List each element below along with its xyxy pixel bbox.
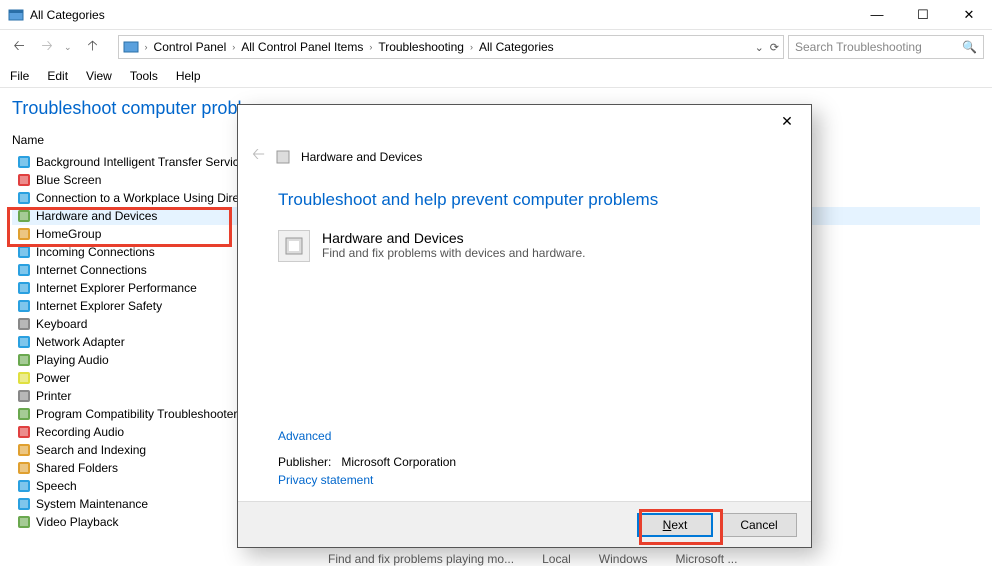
crumb-2[interactable]: Troubleshooting [378, 40, 464, 54]
maximize-button[interactable]: ☐ [900, 0, 946, 29]
address-dropdown[interactable]: ⌄ [755, 41, 764, 54]
refresh-button[interactable]: ⟳ [770, 41, 779, 54]
item-icon [16, 514, 32, 530]
publisher-value: Microsoft Corporation [341, 455, 456, 469]
item-label: Program Compatibility Troubleshooter [36, 407, 237, 421]
item-icon [16, 442, 32, 458]
item-icon [16, 208, 32, 224]
dialog-titlebar: ✕ [238, 105, 811, 137]
item-label: Connection to a Workplace Using Direc [36, 191, 245, 205]
publisher-label: Publisher: [278, 455, 331, 469]
item-icon [16, 190, 32, 206]
item-label: Internet Explorer Performance [36, 281, 197, 295]
breadcrumb-sep: › [470, 42, 473, 52]
up-button[interactable]: 🡡 [82, 36, 104, 58]
back-button[interactable]: 🡠 [8, 36, 30, 58]
crumb-1[interactable]: All Control Panel Items [241, 40, 363, 54]
item-label: Printer [36, 389, 71, 403]
item-label: Video Playback [36, 515, 119, 529]
dialog-item-desc: Find and fix problems with devices and h… [322, 246, 585, 260]
dialog-header-text: Hardware and Devices [301, 150, 422, 164]
item-icon [16, 298, 32, 314]
truncated-row: Find and fix problems playing mo... Loca… [328, 552, 737, 566]
item-label: Shared Folders [36, 461, 118, 475]
dialog-prompt: Troubleshoot and help prevent computer p… [278, 190, 771, 210]
breadcrumb-sep: › [232, 42, 235, 52]
hardware-icon [278, 230, 310, 262]
item-icon [16, 316, 32, 332]
item-icon [16, 154, 32, 170]
dialog-close-button[interactable]: ✕ [769, 107, 805, 135]
item-label: Speech [36, 479, 77, 493]
menu-help[interactable]: Help [176, 69, 201, 83]
recent-dropdown[interactable]: ⌄ [64, 42, 72, 53]
item-label: Keyboard [36, 317, 87, 331]
item-icon [16, 496, 32, 512]
dialog-body: Troubleshoot and help prevent computer p… [238, 180, 811, 501]
item-icon [16, 172, 32, 188]
forward-button[interactable]: 🡢 [36, 36, 58, 58]
item-icon [16, 280, 32, 296]
item-label: HomeGroup [36, 227, 101, 241]
dialog-item-row: Hardware and Devices Find and fix proble… [278, 230, 771, 262]
item-icon [16, 352, 32, 368]
item-icon [16, 334, 32, 350]
item-label: Playing Audio [36, 353, 109, 367]
item-label: Network Adapter [36, 335, 125, 349]
privacy-link[interactable]: Privacy statement [278, 473, 373, 487]
search-icon: 🔍 [962, 40, 977, 54]
close-button[interactable]: ✕ [946, 0, 992, 29]
item-icon [16, 262, 32, 278]
window-title: All Categories [30, 8, 854, 22]
item-icon [16, 478, 32, 494]
item-label: Internet Explorer Safety [36, 299, 162, 313]
item-label: Internet Connections [36, 263, 147, 277]
dialog-header: 🡠 Hardware and Devices [238, 137, 811, 180]
dialog-back-button[interactable]: 🡠 [252, 143, 265, 170]
item-icon [16, 226, 32, 242]
next-button[interactable]: Next [637, 513, 713, 537]
troubleshooter-dialog: ✕ 🡠 Hardware and Devices Troubleshoot an… [237, 104, 812, 548]
breadcrumb-sep: › [369, 42, 372, 52]
cancel-button[interactable]: Cancel [721, 513, 797, 537]
item-label: Background Intelligent Transfer Service [36, 155, 245, 169]
location-icon [123, 40, 139, 54]
item-label: Power [36, 371, 70, 385]
window-controls: — ☐ ✕ [854, 0, 992, 29]
nav-bar: 🡠 🡢 ⌄ 🡡 › Control Panel › All Control Pa… [0, 30, 992, 64]
item-label: Blue Screen [36, 173, 101, 187]
search-input[interactable]: Search Troubleshooting 🔍 [788, 35, 984, 59]
menu-view[interactable]: View [86, 69, 112, 83]
item-label: Recording Audio [36, 425, 124, 439]
item-icon [16, 406, 32, 422]
item-icon [16, 424, 32, 440]
dialog-item-title: Hardware and Devices [322, 230, 585, 246]
menu-file[interactable]: File [10, 69, 29, 83]
publisher-line: Publisher: Microsoft Corporation [278, 455, 456, 469]
item-icon [16, 370, 32, 386]
menu-edit[interactable]: Edit [47, 69, 68, 83]
item-label: Hardware and Devices [36, 209, 157, 223]
app-icon [8, 7, 24, 23]
advanced-link[interactable]: Advanced [278, 429, 331, 443]
dialog-footer: Next Cancel [238, 501, 811, 547]
item-icon [16, 388, 32, 404]
crumb-0[interactable]: Control Panel [154, 40, 227, 54]
item-icon [16, 244, 32, 260]
title-bar: All Categories — ☐ ✕ [0, 0, 992, 30]
breadcrumb-sep: › [145, 42, 148, 52]
item-label: Search and Indexing [36, 443, 146, 457]
nav-arrows: 🡠 🡢 ⌄ 🡡 [8, 36, 112, 58]
dialog-header-icon [275, 149, 291, 165]
minimize-button[interactable]: — [854, 0, 900, 29]
search-placeholder: Search Troubleshooting [795, 40, 962, 54]
menu-tools[interactable]: Tools [130, 69, 158, 83]
item-label: System Maintenance [36, 497, 148, 511]
item-icon [16, 460, 32, 476]
crumb-3[interactable]: All Categories [479, 40, 554, 54]
address-bar[interactable]: › Control Panel › All Control Panel Item… [118, 35, 784, 59]
menu-bar: File Edit View Tools Help [0, 64, 992, 88]
item-label: Incoming Connections [36, 245, 155, 259]
